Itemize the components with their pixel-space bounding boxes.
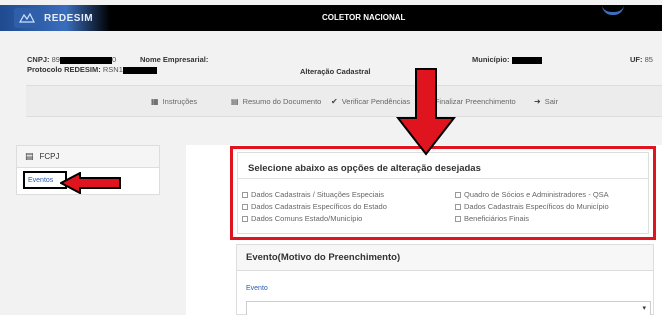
toolbar-resumo-button[interactable]: ▤ Resumo do Documento	[231, 97, 321, 106]
logout-icon: ➜	[534, 97, 541, 106]
cnpj-value: 89 0	[52, 55, 117, 64]
chevron-down-icon: ▾	[642, 305, 646, 312]
option-label: Dados Comuns Estado/Município	[251, 214, 363, 223]
nome-empresarial-label: Nome Empresarial:	[140, 55, 209, 64]
protocolo-info: Protocolo REDESIM: RSN1	[27, 65, 157, 74]
checkbox[interactable]	[242, 191, 248, 198]
page-subtitle: Alteração Cadastral	[300, 67, 371, 76]
option-label: Dados Cadastrais / Situações Especiais	[251, 190, 384, 199]
cnpj-value-suffix: 0	[111, 55, 117, 64]
toolbar-instrucoes-button[interactable]: ▦ Instruções	[151, 97, 197, 106]
toolbar-label: Instruções	[162, 97, 198, 106]
document-header: CNPJ: 89 0 Nome Empresarial: Protocolo RE…	[0, 33, 662, 141]
checkbox[interactable]	[242, 203, 248, 210]
checkbox[interactable]	[455, 203, 461, 210]
option-qsa[interactable]: Quadro de Sócios e Administradores - QSA	[455, 190, 609, 199]
option-label: Dados Cadastrais Específicos do Municípi…	[464, 202, 609, 211]
checkbox[interactable]	[455, 191, 461, 198]
action-toolbar: ▦ Instruções ▤ Resumo do Documento ✔ Ver…	[26, 85, 662, 117]
option-label: Quadro de Sócios e Administradores - QSA	[464, 190, 609, 199]
annotation-arrow-down-icon	[396, 68, 456, 156]
protocolo-value: RSN1	[103, 65, 157, 74]
document-icon: ▤	[231, 97, 239, 106]
book-icon: ▦	[151, 97, 159, 106]
option-dados-municipio[interactable]: Dados Cadastrais Específicos do Municípi…	[455, 202, 609, 211]
option-dados-comuns[interactable]: Dados Comuns Estado/Município	[242, 214, 362, 223]
evento-field-label: Evento	[246, 285, 268, 292]
fcpj-panel-header: ▤ FCPJ	[17, 146, 159, 168]
protocolo-label: Protocolo REDESIM:	[27, 65, 101, 74]
option-label: Beneficiários Finais	[464, 214, 530, 223]
redacted-block	[511, 56, 542, 64]
toolbar-label: Sair	[544, 97, 559, 106]
uf-value: 85	[644, 55, 653, 64]
cnpj-value-prefix: 89	[51, 55, 60, 64]
uf-info: UF: 85	[630, 55, 653, 64]
alteration-options-inner: Selecione abaixo as opções de alteração …	[237, 152, 649, 234]
checkbox[interactable]	[242, 215, 248, 222]
municipio-info: Município:	[472, 55, 542, 64]
alteration-options-panel: Selecione abaixo as opções de alteração …	[230, 146, 656, 240]
redacted-block	[59, 56, 112, 64]
alteration-options-title: Selecione abaixo as opções de alteração …	[248, 163, 481, 174]
toolbar-sair-button[interactable]: ➜ Sair	[534, 97, 558, 106]
option-dados-cadastrais[interactable]: Dados Cadastrais / Situações Especiais	[242, 190, 384, 199]
redesim-logo-icon	[14, 8, 40, 28]
annotation-arrow-left-icon	[60, 172, 121, 194]
municipio-label: Município:	[472, 55, 510, 64]
top-bar: REDESIM COLETOR NACIONAL	[0, 5, 662, 31]
option-beneficiarios[interactable]: Beneficiários Finais	[455, 214, 529, 223]
evento-select[interactable]: ▾	[246, 301, 651, 315]
uf-label: UF:	[630, 55, 643, 64]
protocolo-value-prefix: RSN1	[102, 65, 123, 74]
cnpj-info: CNPJ: 89 0	[27, 55, 116, 64]
fcpj-title: FCPJ	[39, 152, 60, 161]
brand-name: REDESIM	[44, 12, 94, 24]
option-label: Dados Cadastrais Específicos do Estado	[251, 202, 387, 211]
redacted-block	[122, 66, 157, 74]
brand-logo[interactable]: REDESIM	[14, 8, 93, 28]
checkbox[interactable]	[455, 215, 461, 222]
option-dados-estado[interactable]: Dados Cadastrais Específicos do Estado	[242, 202, 387, 211]
evento-panel: Evento(Motivo do Preenchimento) Evento ▾	[236, 244, 654, 315]
toolbar-label: Resumo do Documento	[242, 97, 322, 106]
app-title: COLETOR NACIONAL	[322, 13, 406, 22]
card-icon: ▤	[25, 151, 34, 161]
user-icon[interactable]	[602, 5, 624, 15]
check-circle-icon: ✔	[331, 97, 338, 106]
divider	[238, 178, 648, 179]
evento-panel-title: Evento(Motivo do Preenchimento)	[237, 245, 653, 271]
cnpj-label: CNPJ:	[27, 55, 50, 64]
